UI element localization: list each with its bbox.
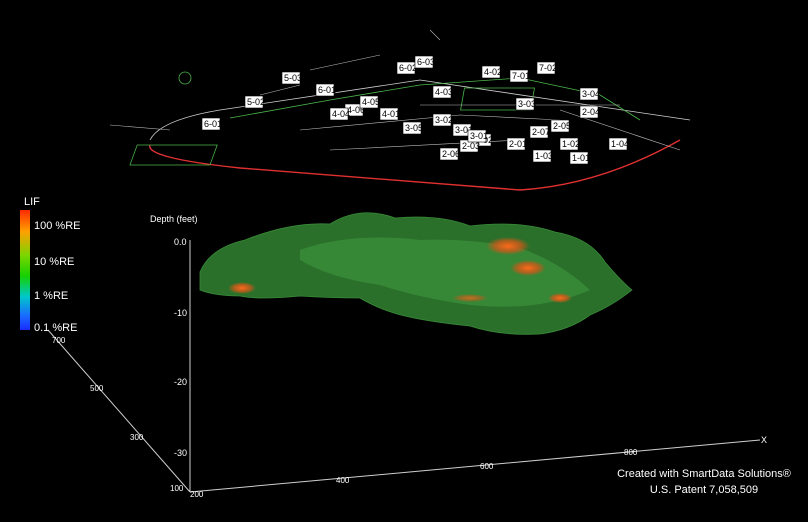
svg-text:3-05: 3-05 — [405, 123, 423, 133]
legend-color-bar — [20, 210, 30, 330]
credit-line-1: Created with SmartData Solutions® — [617, 468, 791, 480]
svg-text:1-04: 1-04 — [611, 139, 629, 149]
svg-text:1-03: 1-03 — [535, 151, 553, 161]
svg-text:1-01: 1-01 — [572, 153, 590, 163]
svg-text:3-03: 3-03 — [518, 99, 536, 109]
depth-tick: -10 — [174, 308, 187, 318]
credit-line-2: U.S. Patent 7,058,509 — [649, 484, 759, 496]
x-tick: 400 — [336, 476, 350, 485]
depth-tick: -20 — [174, 377, 187, 387]
well-tag: 7-02 — [536, 61, 557, 75]
tank — [178, 71, 192, 85]
well-tag: 3-02 — [432, 113, 453, 127]
well-tag: 4-03 — [432, 85, 453, 99]
svg-text:2-03: 2-03 — [462, 141, 480, 151]
svg-text:4-01: 4-01 — [382, 109, 400, 119]
well-tag: 2-01 — [506, 137, 527, 151]
svg-text:6-03: 6-03 — [417, 57, 435, 67]
svg-text:2-07: 2-07 — [532, 127, 550, 137]
svg-text:4-04: 4-04 — [332, 109, 350, 119]
well-tag: 5-03 — [281, 71, 302, 85]
y-tick: 300 — [130, 433, 144, 442]
well-tag: 1-02 — [559, 137, 580, 151]
svg-text:5-03: 5-03 — [284, 73, 302, 83]
well-tag: 6-01 — [201, 117, 222, 131]
well-tag: 3-03 — [515, 97, 536, 111]
svg-text:6-02: 6-02 — [399, 63, 417, 73]
road — [149, 139, 681, 191]
well-tag: 2-04 — [579, 105, 600, 119]
legend-label: 10 %RE — [34, 256, 75, 268]
well-tag: 6-03 — [414, 55, 435, 69]
svg-text:6-01: 6-01 — [318, 85, 336, 95]
svg-text:4-05: 4-05 — [362, 97, 380, 107]
well-tag: 4-05 — [359, 95, 380, 109]
hotspot — [228, 282, 256, 294]
x-tick: 200 — [190, 490, 204, 499]
svg-text:4-03: 4-03 — [435, 87, 453, 97]
well-tag: 6-02 — [396, 61, 417, 75]
well-tag: 6-01 — [315, 83, 336, 97]
well-tag: 2-06 — [439, 147, 460, 161]
well-tag: 2-07 — [529, 125, 550, 139]
x-axis-letter: X — [761, 435, 767, 445]
well-tag: 4-01 — [379, 107, 400, 121]
svg-text:2-01: 2-01 — [509, 139, 527, 149]
well-tag: 3-05 — [402, 121, 423, 135]
x-tick: 800 — [624, 448, 638, 457]
depth-tick: -30 — [174, 448, 187, 458]
well-tag: 1-03 — [532, 149, 553, 163]
legend-label: 100 %RE — [34, 220, 81, 232]
well-tag: 1-04 — [608, 137, 629, 151]
svg-text:3-04: 3-04 — [582, 89, 600, 99]
depth-axis-title: Depth (feet) — [150, 214, 198, 224]
y-tick: 500 — [90, 384, 104, 393]
svg-text:4-02: 4-02 — [484, 67, 502, 77]
well-tag: 5-02 — [244, 95, 265, 109]
svg-text:3-02: 3-02 — [435, 115, 453, 125]
legend-label: 0.1 %RE — [34, 322, 78, 334]
well-tag: 1-01 — [569, 151, 590, 165]
y-axis — [47, 329, 191, 493]
svg-text:3-01: 3-01 — [470, 131, 488, 141]
well-tag: 3-04 — [579, 87, 600, 101]
svg-text:7-02: 7-02 — [539, 63, 557, 73]
legend-label: 1 %RE — [34, 290, 69, 302]
3d-scene: Depth (feet) 0.0 -10 -20 -30 200 400 600… — [47, 29, 767, 499]
svg-text:7-01: 7-01 — [512, 71, 530, 81]
y-tick: 100 — [170, 484, 184, 493]
depth-tick: 0.0 — [174, 237, 187, 247]
svg-text:1-02: 1-02 — [562, 139, 580, 149]
svg-text:2-06: 2-06 — [442, 149, 460, 159]
legend-title: LIF — [24, 196, 40, 208]
svg-text:2-04: 2-04 — [582, 107, 600, 117]
well-tag: 4-04 — [329, 107, 350, 121]
well-tag: 4-02 — [481, 65, 502, 79]
lif-legend: LIF 100 %RE 10 %RE 1 %RE 0.1 %RE — [20, 196, 120, 346]
well-tag: 2-05 — [550, 119, 571, 133]
x-tick: 600 — [480, 462, 494, 471]
well-tags: 6-01 5-02 5-03 6-02 6-03 6-01 4-06 4-05 … — [201, 55, 629, 165]
building — [129, 144, 218, 166]
svg-text:2-05: 2-05 — [553, 121, 571, 131]
svg-text:6-01: 6-01 — [204, 119, 222, 129]
well-tag: 7-01 — [509, 69, 530, 83]
svg-text:5-02: 5-02 — [247, 97, 265, 107]
well-tag: 3-01 — [467, 129, 488, 143]
